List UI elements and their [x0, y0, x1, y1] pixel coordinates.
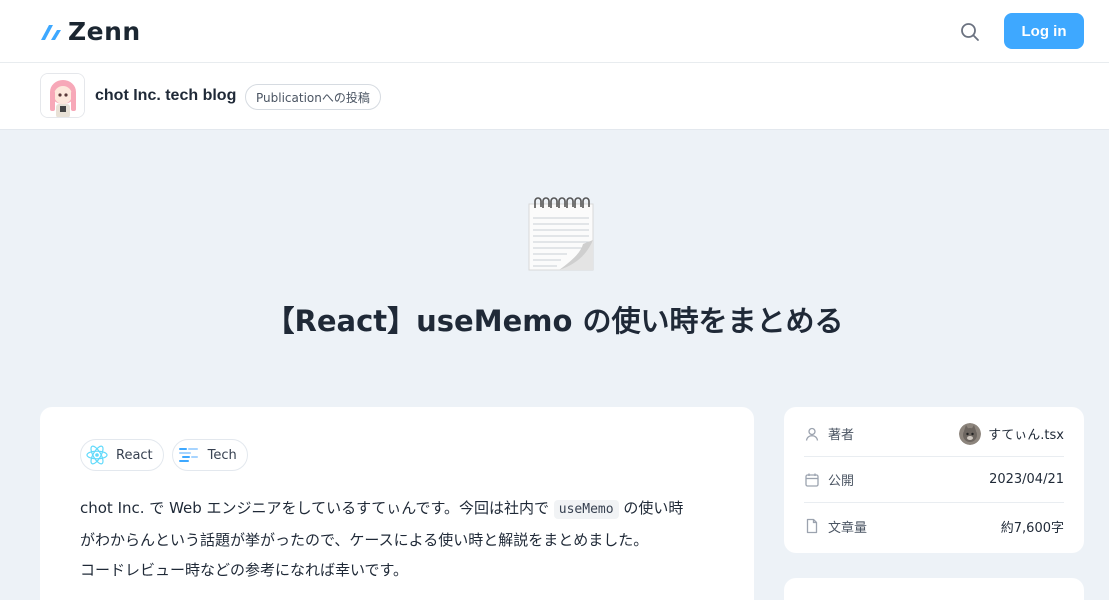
author-avatar [959, 422, 982, 445]
publication-avatar-image [41, 74, 84, 117]
search-button[interactable] [957, 19, 983, 45]
body-text-segment: の使い時 [618, 499, 684, 517]
author-label: 著者 [828, 428, 855, 443]
info-row-author: 著者 すてぃん.tsx [804, 411, 1064, 457]
topic-react[interactable]: React [80, 439, 164, 471]
calendar-icon [805, 473, 819, 487]
body-line-1: chot Inc. で Web エンジニアをしているすてぃんです。今回は社内で … [80, 493, 720, 525]
article-content-card: React Tech chot Inc. で Web エンジニアをしているすてぃ… [40, 407, 754, 600]
author-name: すてぃん.tsx [988, 428, 1064, 443]
published-date: 2023/04/21 [989, 472, 1064, 487]
body-line-2: がわからんという話題が挙がったので、ケースによる使い時と解説をまとめました。 [80, 531, 649, 549]
topic-label: Tech [207, 447, 237, 463]
length-value: 約7,600字 [1000, 520, 1064, 536]
site-header: Zenn Log in [0, 0, 1109, 63]
info-row-length: 文章量 約7,600字 [804, 503, 1064, 549]
document-icon [806, 518, 818, 534]
article-title: 【React】useMemo の使い時をまとめる [265, 304, 844, 338]
zenn-logo-icon [41, 25, 61, 40]
login-button[interactable]: Log in [1004, 13, 1084, 49]
logo-text: Zenn [68, 16, 141, 46]
article-info-card: 著者 すてぃん.tsx 公開 2023/04/21 文章量 約7,600字 [784, 407, 1084, 553]
publication-name[interactable]: chot Inc. tech blog [95, 87, 236, 105]
publication-bar: chot Inc. tech blog Publicationへの投稿 [0, 63, 1109, 130]
sidebar-card-secondary [784, 578, 1084, 600]
spiral-notepad-emoji [528, 197, 594, 271]
body-line-3: コードレビュー時などの参考になれば幸いです。 [80, 561, 409, 579]
info-row-published: 公開 2023/04/21 [804, 457, 1064, 503]
publication-avatar[interactable] [40, 73, 85, 118]
publication-chip: Publicationへの投稿 [245, 84, 381, 110]
published-label: 公開 [828, 474, 855, 489]
body-text-segment: chot Inc. で Web エンジニアをしているすてぃんです。今回は社内で [80, 499, 554, 517]
article-body: chot Inc. で Web エンジニアをしているすてぃんです。今回は社内で … [80, 493, 720, 585]
author-link[interactable]: すてぃん.tsx [959, 422, 1064, 445]
search-icon [961, 23, 979, 41]
user-icon [805, 427, 819, 441]
topic-list: React Tech [80, 439, 248, 471]
topic-tech[interactable]: Tech [171, 439, 248, 471]
inline-code: useMemo [553, 500, 619, 519]
length-label: 文章量 [828, 520, 868, 536]
topic-label: React [116, 447, 153, 463]
react-icon [85, 443, 109, 467]
tech-icon [177, 443, 201, 467]
zenn-logo[interactable]: Zenn [40, 16, 141, 46]
